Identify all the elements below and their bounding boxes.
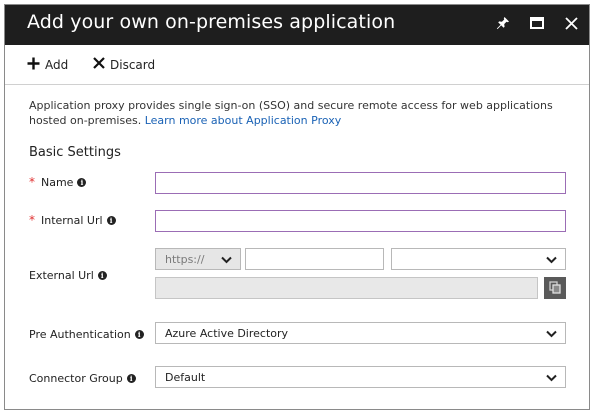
external-url-label-text: External Url [29,269,94,282]
chevron-down-icon [546,328,557,341]
learn-more-link[interactable]: Learn more about Application Proxy [145,114,342,127]
connector-group-select[interactable]: Default [155,366,566,388]
add-label: Add [45,58,69,72]
discard-button[interactable]: Discard [93,57,155,72]
copy-icon [549,279,561,298]
info-icon[interactable]: i [97,271,107,280]
info-icon[interactable]: i [134,330,144,339]
chevron-down-icon [546,372,557,385]
info-icon[interactable]: i [126,374,136,383]
internal-url-input[interactable] [155,210,566,232]
external-subdomain-input[interactable] [245,248,384,270]
protocol-select[interactable]: https:// [155,248,241,270]
section-title: Basic Settings [29,145,121,160]
required-marker: * [29,175,35,189]
page-title: Add your own on-premises application [27,11,396,33]
external-url-readonly-field [155,277,538,299]
description: Application proxy provides single sign-o… [29,98,559,128]
add-button[interactable]: Add [27,57,68,73]
pre-authentication-select[interactable]: Azure Active Directory [155,322,566,344]
blade-panel: Add your own on-premises application Add… [4,4,590,410]
chevron-down-icon [221,254,232,267]
pre-authentication-value: Azure Active Directory [165,327,289,340]
plus-icon [27,57,40,73]
external-url-label: External Url i [29,269,107,282]
close-icon[interactable] [561,13,581,33]
required-marker: * [29,213,35,227]
discard-label: Discard [110,57,156,72]
external-domain-select[interactable] [391,248,566,270]
x-icon [93,57,105,72]
connector-group-value: Default [165,371,206,384]
info-icon[interactable]: i [106,215,116,225]
pre-authentication-label: Pre Authentication i [29,328,144,341]
title-bar: Add your own on-premises application [5,5,589,45]
protocol-value: https:// [165,253,205,266]
pin-icon[interactable] [493,13,513,33]
internal-url-label: * Internal Url i [29,213,116,227]
command-bar: Add Discard [5,45,589,85]
connector-group-label-text: Connector Group [29,372,123,385]
internal-url-label-text: Internal Url [41,213,103,227]
chevron-down-icon [546,254,557,267]
pre-authentication-label-text: Pre Authentication [29,328,131,341]
name-label: * Name i [29,175,87,189]
maximize-icon[interactable] [527,13,547,33]
copy-button[interactable] [544,277,566,299]
connector-group-label: Connector Group i [29,372,136,385]
info-icon[interactable]: i [77,177,87,187]
name-label-text: Name [41,175,74,189]
name-input[interactable] [155,172,566,194]
